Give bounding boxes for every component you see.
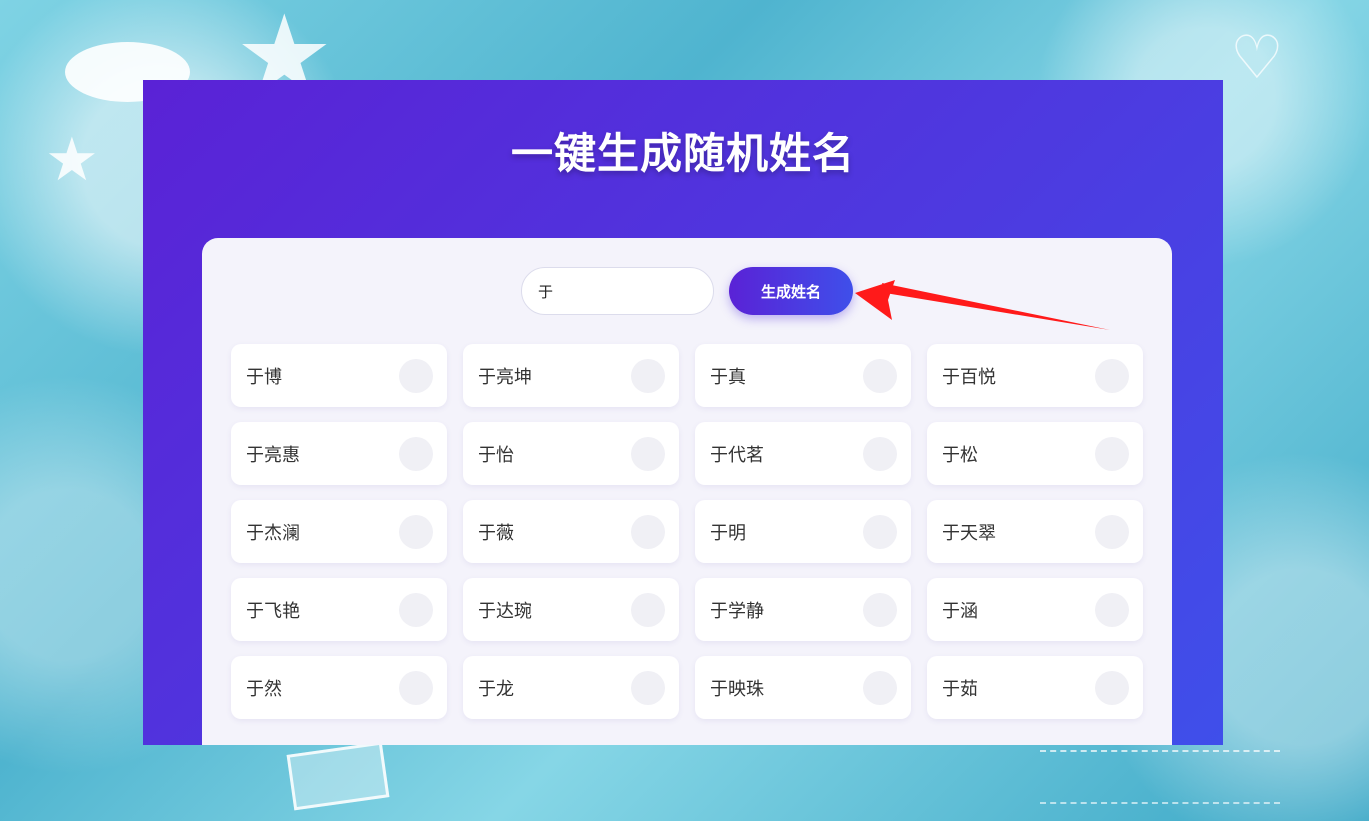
controls-row: 生成姓名 [202,266,1172,316]
name-text: 于龙 [478,678,514,700]
copy-icon[interactable] [863,670,897,705]
name-text: 于飞艳 [246,600,300,622]
envelope-decoration-icon [286,741,390,811]
copy-icon[interactable] [399,358,433,393]
copy-icon[interactable] [863,514,897,549]
generate-name-button[interactable]: 生成姓名 [729,267,853,315]
name-card[interactable]: 于真 [695,344,911,407]
copy-icon[interactable] [631,670,665,705]
copy-icon[interactable] [863,358,897,393]
scribble-decoration [1040,750,1280,804]
name-text: 于百悦 [942,366,996,388]
name-card[interactable]: 于博 [231,344,447,407]
name-text: 于松 [942,444,978,466]
name-text: 于映珠 [710,678,764,700]
name-card[interactable]: 于薇 [463,500,679,563]
copy-icon[interactable] [399,670,433,705]
name-text: 于达琬 [478,600,532,622]
name-card[interactable]: 于亮坤 [463,344,679,407]
name-card[interactable]: 于达琬 [463,578,679,641]
heart-decoration-icon: ♡ [1230,23,1284,93]
name-card[interactable]: 于亮惠 [231,422,447,485]
name-text: 于亮惠 [246,444,300,466]
name-card[interactable]: 于明 [695,500,911,563]
page-title: 一键生成随机姓名 [510,129,855,178]
generator-panel: 生成姓名 于博 于亮坤 于真 于百悦于亮惠 于怡 于代茗 于松于杰澜 于薇 于明 于天翠于飞艳 于达… [202,238,1172,745]
copy-icon[interactable] [631,514,665,549]
copy-icon[interactable] [1095,358,1129,393]
star-decoration-icon: ★ [45,125,99,195]
copy-icon[interactable] [399,436,433,471]
name-card[interactable]: 于代茗 [695,422,911,485]
name-card[interactable]: 于百悦 [927,344,1143,407]
name-card[interactable]: 于杰澜 [231,500,447,563]
name-text: 于学静 [710,600,764,622]
name-card[interactable]: 于松 [927,422,1143,485]
name-text: 于怡 [478,444,514,466]
name-text: 于真 [710,366,746,388]
copy-icon[interactable] [863,436,897,471]
name-text: 于然 [246,678,282,700]
name-card[interactable]: 于涵 [927,578,1143,641]
copy-icon[interactable] [399,592,433,627]
copy-icon[interactable] [1095,670,1129,705]
copy-icon[interactable] [863,592,897,627]
copy-icon[interactable] [1095,514,1129,549]
copy-icon[interactable] [1095,592,1129,627]
name-text: 于明 [710,522,746,544]
name-text: 于亮坤 [478,366,532,388]
copy-icon[interactable] [1095,436,1129,471]
surname-input[interactable] [521,267,714,315]
copy-icon[interactable] [631,592,665,627]
name-text: 于天翠 [942,522,996,544]
name-card[interactable]: 于龙 [463,656,679,719]
copy-icon[interactable] [399,514,433,549]
name-text: 于博 [246,366,282,388]
copy-icon[interactable] [631,436,665,471]
copy-icon[interactable] [631,358,665,393]
name-card[interactable]: 于然 [231,656,447,719]
name-text: 于杰澜 [246,522,300,544]
name-card[interactable]: 于怡 [463,422,679,485]
name-text: 于涵 [942,600,978,622]
name-grid: 于博 于亮坤 于真 于百悦 于亮惠 于怡 于代茗 于松 于杰澜 于薇 于明 于天翠 于飞艳 于达琬 于学静于… [231,344,1143,719]
name-text: 于茹 [942,678,978,700]
name-card[interactable]: 于映珠 [695,656,911,719]
name-generator-app: 一键生成随机姓名 生成姓名 于博于亮坤于真于百悦于亮惠于怡于代茗于松于杰澜于薇于… [143,80,1223,745]
name-card[interactable]: 于学静 [695,578,911,641]
name-text: 于薇 [478,522,514,544]
name-card[interactable]: 于茹 [927,656,1143,719]
name-card[interactable]: 于飞艳 [231,578,447,641]
name-text: 于代茗 [710,444,764,466]
name-card[interactable]: 于天翠 [927,500,1143,563]
